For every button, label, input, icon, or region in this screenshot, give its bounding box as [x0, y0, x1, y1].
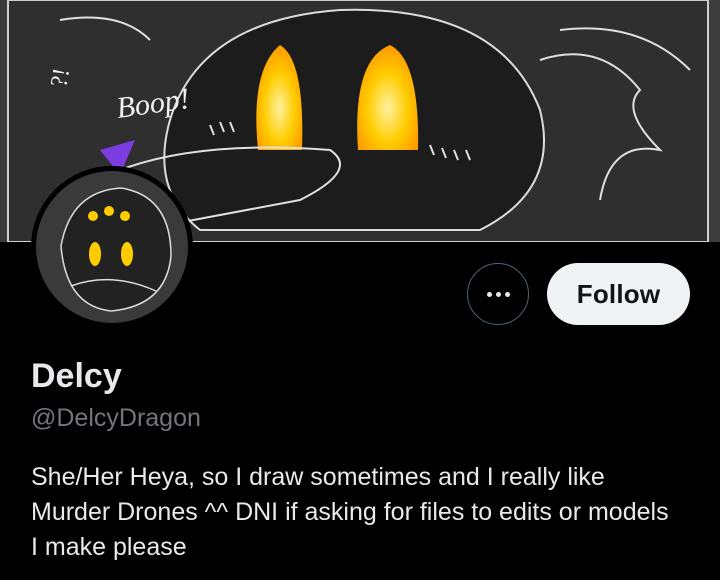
- more-options-button[interactable]: [467, 263, 529, 325]
- avatar-artwork: [31, 166, 193, 328]
- avatar[interactable]: [31, 166, 193, 328]
- profile-bio: She/Her Heya, so I draw sometimes and I …: [31, 463, 669, 561]
- display-name: Delcy: [31, 357, 122, 395]
- user-handle: @DelcyDragon: [31, 404, 201, 432]
- follow-button[interactable]: Follow: [547, 263, 690, 325]
- more-horizontal-icon: [486, 291, 510, 297]
